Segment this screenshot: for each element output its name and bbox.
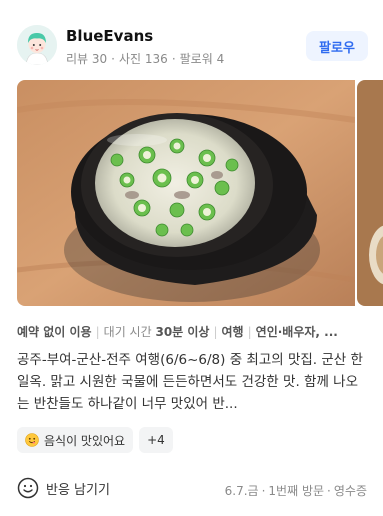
- review-header: BlueEvans 리뷰 30 · 사진 136 · 팔로워 4 팔로우: [0, 0, 383, 80]
- avatar-illustration-icon: [17, 25, 57, 65]
- review-footer: 반응 남기기 6.7.금 · 1번째 방문 · 영수증: [0, 474, 383, 504]
- photo-count: 사진 136: [119, 52, 168, 66]
- yum-emoji-icon: [25, 433, 39, 447]
- tag-separator: |: [95, 325, 100, 339]
- profile-stats: 리뷰 30 · 사진 136 · 팔로워 4: [66, 50, 224, 67]
- more-keywords-chip[interactable]: +4: [139, 427, 173, 453]
- username[interactable]: BlueEvans: [66, 27, 153, 45]
- follower-count: 팔로워 4: [179, 52, 225, 66]
- separator-dot: ·: [261, 484, 266, 498]
- photo-carousel[interactable]: [17, 80, 383, 306]
- separator-dot: ·: [171, 52, 176, 66]
- visit-count: 1번째 방문: [268, 484, 325, 498]
- review-body[interactable]: 공주-부여-군산-전주 여행(6/6~6/8) 중 최고의 맛집. 군산 한일옥…: [17, 349, 369, 415]
- separator-dot: ·: [327, 484, 331, 498]
- follow-button[interactable]: 팔로우: [306, 31, 368, 61]
- tag-purpose: 여행: [221, 325, 244, 339]
- receipt-verification: 영수증: [333, 484, 367, 498]
- review-photo[interactable]: [17, 80, 355, 306]
- next-photo-preview[interactable]: [357, 80, 383, 306]
- tag-companion: 연인·배우자, ...: [255, 325, 338, 339]
- tag-wait-value: 30분 이상: [155, 325, 210, 339]
- review-tags: 예약 없이 이용 | 대기 시간 30분 이상 | 여행 | 연인·배우자, ...: [17, 323, 369, 340]
- soup-photo-image: [17, 80, 355, 306]
- avatar[interactable]: [17, 25, 57, 65]
- smile-icon: [17, 477, 39, 499]
- tag-wait-label: 대기 시간: [103, 325, 152, 339]
- visit-meta: 6.7.금 · 1번째 방문 · 영수증: [225, 482, 367, 499]
- keyword-chip-label: 음식이 맛있어요: [44, 433, 126, 448]
- separator-dot: ·: [111, 52, 115, 66]
- react-label: 반응 남기기: [46, 482, 110, 498]
- visit-date: 6.7.금: [224, 484, 259, 498]
- keyword-chip[interactable]: 음식이 맛있어요: [17, 427, 134, 453]
- react-button[interactable]: 반응 남기기: [17, 477, 110, 499]
- tag-reservation: 예약 없이 이용: [17, 325, 92, 339]
- keyword-chips: 음식이 맛있어요 +4: [17, 427, 173, 453]
- next-photo-image: [357, 80, 383, 306]
- tag-separator: |: [213, 325, 218, 339]
- tag-separator: |: [247, 325, 252, 339]
- review-count: 리뷰 30: [66, 52, 108, 66]
